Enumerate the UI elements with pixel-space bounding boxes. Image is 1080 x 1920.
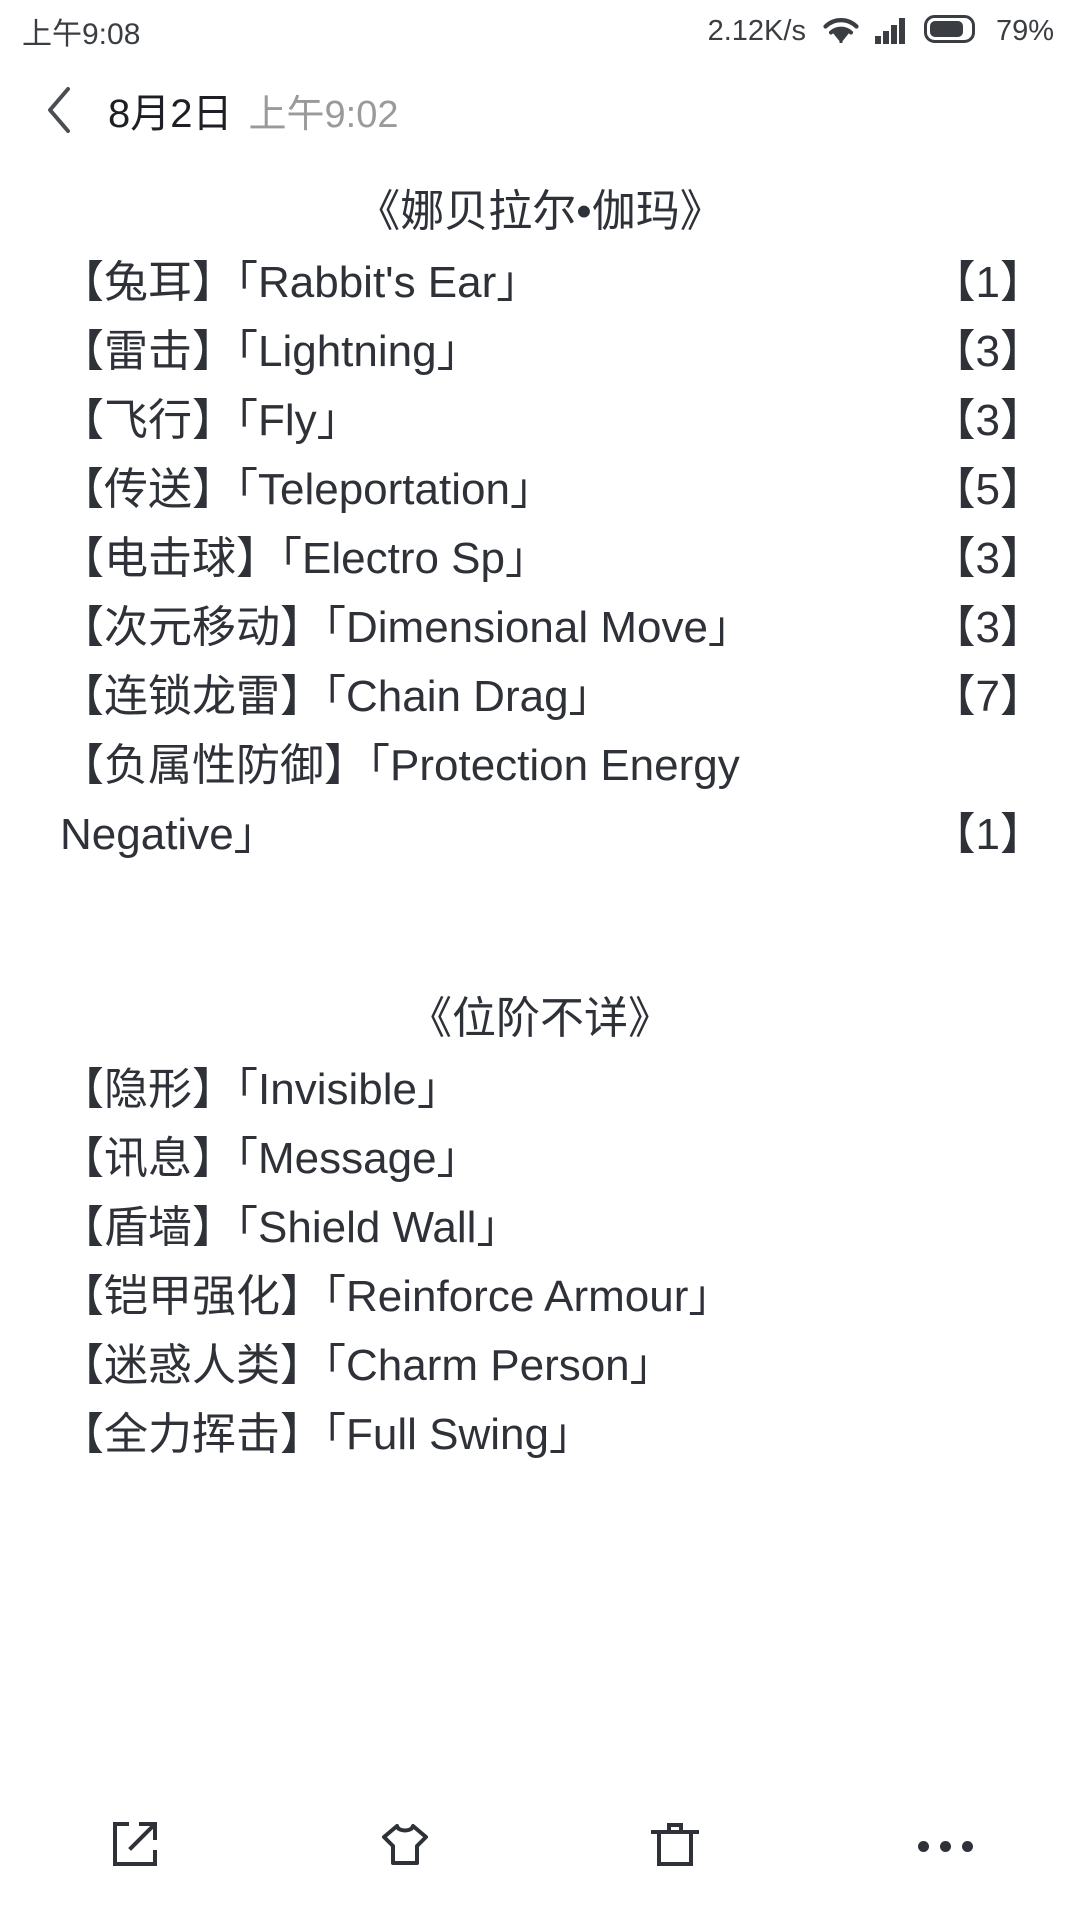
spell-name: 【全力挥击】「Full Swing」 <box>60 1410 593 1459</box>
spell-name: 【盾墙】「Shield Wall」 <box>60 1203 521 1252</box>
spell-name: 【隐形】「Invisible」 <box>60 1065 461 1114</box>
spell-row: 【全力挥击】「Full Swing」 <box>26 1400 1054 1469</box>
spell-row: 【迷惑人类】「Charm Person」 <box>26 1331 1054 1400</box>
tshirt-skin-icon <box>374 1813 436 1880</box>
spell-name: 【电击球】「Electro Sp」 <box>60 534 549 583</box>
spell-name: 【连锁龙雷】「Chain Drag」 <box>60 672 613 721</box>
spell-name: 【讯息】「Message」 <box>60 1134 481 1183</box>
spell-name: 【雷击】「Lightning」 <box>60 327 481 376</box>
spell-name: 【负属性防御】「Protection Energy Negative」 <box>60 741 752 859</box>
delete-button[interactable] <box>540 1772 810 1920</box>
share-button[interactable] <box>0 1772 270 1920</box>
spell-row: 【雷击】「Lightning」 【3】 <box>26 317 1054 386</box>
spell-row: 【传送】「Teleportation」 【5】 <box>26 455 1054 524</box>
battery-icon <box>923 14 980 49</box>
spell-row: 【讯息】「Message」 <box>26 1124 1054 1193</box>
more-button[interactable] <box>810 1772 1080 1920</box>
spell-name: 【传送】「Teleportation」 <box>60 465 554 514</box>
note-section: 《娜贝拉尔•伽玛》 【兔耳】「Rabbit's Ear」 【1】 【雷击】「Li… <box>26 158 1054 869</box>
spell-level: 【7】 <box>931 672 1044 721</box>
status-bar: 上午9:08 2.12K/s 79% <box>0 0 1080 62</box>
spell-level: 【3】 <box>931 603 1044 652</box>
spell-row: 【兔耳】「Rabbit's Ear」 【1】 <box>26 248 1054 317</box>
spell-row: 【飞行】「Fly」 【3】 <box>26 386 1054 455</box>
note-date: 8月2日 <box>108 92 233 136</box>
status-bar-indicators: 2.12K/s 79% <box>708 13 1054 50</box>
trash-icon <box>644 1813 706 1880</box>
spell-name: 【次元移动】「Dimensional Move」 <box>60 603 752 652</box>
cellular-signal-icon <box>874 13 912 50</box>
spell-level: 【3】 <box>931 534 1044 583</box>
more-icon <box>917 1840 973 1852</box>
note-section: 《位阶不详》 【隐形】「Invisible」 【讯息】「Message」 【盾墙… <box>26 965 1054 1469</box>
spell-name: 【飞行】「Fly」 <box>60 396 361 445</box>
spell-row: 【隐形】「Invisible」 <box>26 1055 1054 1124</box>
spell-row: 【负属性防御】「Protection Energy Negative」 【1】 <box>26 731 1054 869</box>
spell-name: 【迷惑人类】「Charm Person」 <box>60 1341 674 1390</box>
note-header: 8月2日 上午9:02 <box>0 62 1080 158</box>
bottom-toolbar <box>0 1772 1080 1920</box>
spell-level: 【3】 <box>931 396 1044 445</box>
spell-level: 【5】 <box>931 465 1044 514</box>
share-icon <box>104 1813 166 1880</box>
spell-row: 【电击球】「Electro Sp」 【3】 <box>26 524 1054 593</box>
wifi-icon <box>820 13 862 50</box>
status-bar-clock: 上午9:08 <box>22 18 141 51</box>
network-speed-label: 2.12K/s <box>707 14 806 47</box>
spell-row: 【盾墙】「Shield Wall」 <box>26 1193 1054 1262</box>
section-title: 《娜贝拉尔•伽玛》 <box>356 187 724 236</box>
battery-percent-label: 79% <box>995 14 1054 47</box>
spell-row: 【连锁龙雷】「Chain Drag」 【7】 <box>26 662 1054 731</box>
spell-row: 【铠甲强化】「Reinforce Armour」 <box>26 1262 1054 1331</box>
spell-level: 【1】 <box>931 258 1044 307</box>
back-chevron-icon[interactable] <box>38 85 82 135</box>
note-time: 上午9:02 <box>248 93 399 136</box>
note-content[interactable]: 《娜贝拉尔•伽玛》 【兔耳】「Rabbit's Ear」 【1】 【雷击】「Li… <box>0 158 1080 1469</box>
skin-button[interactable] <box>270 1772 540 1920</box>
spell-row: 【次元移动】「Dimensional Move」 【3】 <box>26 593 1054 662</box>
spell-level: 【3】 <box>931 327 1044 376</box>
spell-level: 【1】 <box>931 810 1044 859</box>
spell-name: 【铠甲强化】「Reinforce Armour」 <box>60 1272 733 1321</box>
spell-name: 【兔耳】「Rabbit's Ear」 <box>60 258 541 307</box>
section-title: 《位阶不详》 <box>408 994 672 1043</box>
